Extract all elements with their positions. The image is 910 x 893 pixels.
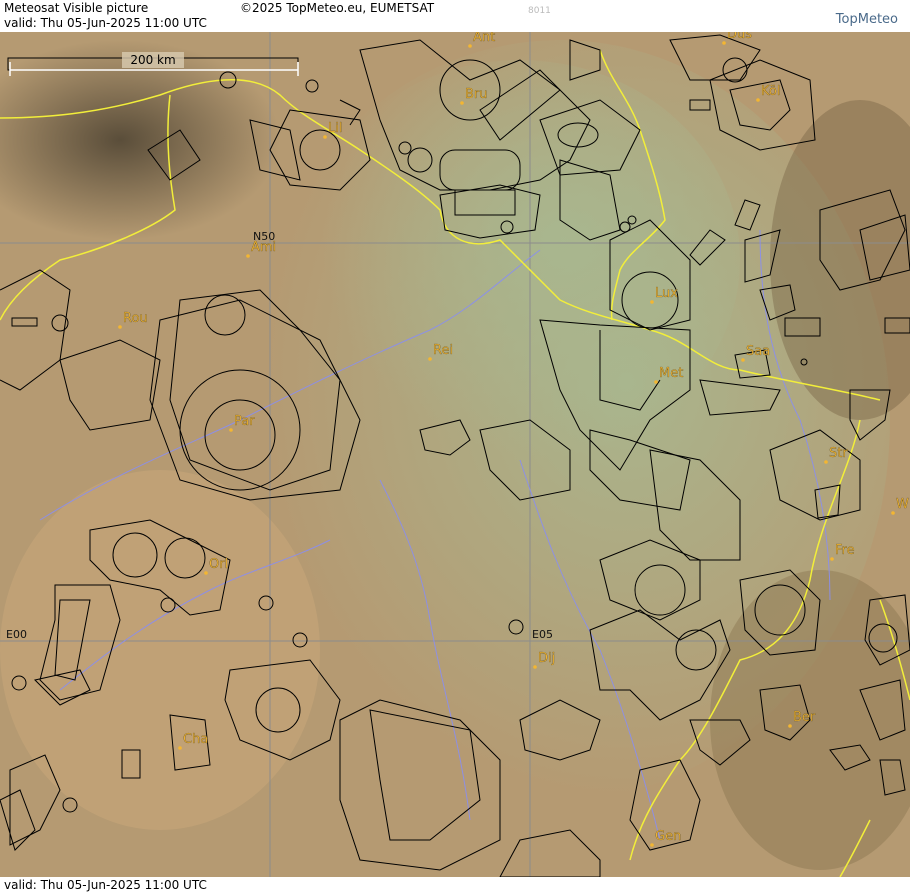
city-label: Str xyxy=(829,446,848,461)
city-label: W xyxy=(896,497,909,512)
city-label: Ami xyxy=(251,240,276,255)
city-marker xyxy=(468,44,472,48)
valid-time: valid: Thu 05-Jun-2025 11:00 UTC xyxy=(4,16,207,30)
city-label: Rei xyxy=(433,343,453,358)
topmeteo-logo: TopMeteo xyxy=(835,12,898,27)
city-label: Fre xyxy=(835,543,855,558)
grid-label-lon-w: E00 xyxy=(6,628,27,641)
city-marker xyxy=(323,135,327,139)
product-title: Meteosat Visible picture xyxy=(4,1,149,15)
city-label: Dij xyxy=(538,651,555,666)
city-marker xyxy=(741,358,745,362)
scale-label: 200 km xyxy=(130,53,175,67)
city-marker xyxy=(722,41,726,45)
city-label: Cha xyxy=(183,732,208,747)
satellite-map: N50 E00 E05 200 km Ant DüsBru KölLilAmiR… xyxy=(0,32,910,877)
city-label: Met xyxy=(659,366,683,381)
city-label: Köl xyxy=(761,84,780,99)
city-marker xyxy=(118,325,122,329)
city-marker xyxy=(654,380,658,384)
city-marker xyxy=(246,254,250,258)
copyright: ©2025 TopMeteo.eu, EUMETSAT xyxy=(240,1,435,15)
city-marker xyxy=(650,300,654,304)
city-marker xyxy=(460,101,464,105)
city-marker xyxy=(756,98,760,102)
city-marker xyxy=(229,428,233,432)
city-label: Orl xyxy=(209,557,228,572)
city-label: Lux xyxy=(655,286,678,301)
city-marker xyxy=(830,557,834,561)
city-label: Lil xyxy=(328,121,342,136)
footer-valid-time: valid: Thu 05-Jun-2025 11:00 UTC xyxy=(4,878,207,892)
city-label: Saa xyxy=(746,344,770,359)
header-bar: Meteosat Visible picture valid: Thu 05-J… xyxy=(0,0,910,32)
footer-bar: valid: Thu 05-Jun-2025 11:00 UTC xyxy=(0,877,910,893)
city-label: Bru xyxy=(465,87,488,102)
city-label: Gen xyxy=(655,829,681,844)
weather-chart: Meteosat Visible picture valid: Thu 05-J… xyxy=(0,0,910,893)
city-label: Düs xyxy=(727,32,752,42)
city-marker xyxy=(428,357,432,361)
city-label: Ber xyxy=(793,710,816,725)
city-marker xyxy=(824,460,828,464)
grid-label-lon-e: E05 xyxy=(532,628,553,641)
city-marker xyxy=(533,665,537,669)
city-marker xyxy=(891,511,895,515)
city-label: Rou xyxy=(123,311,148,326)
city-marker xyxy=(204,571,208,575)
city-marker xyxy=(650,843,654,847)
city-label: Par xyxy=(234,414,255,429)
city-marker xyxy=(178,746,182,750)
city-marker xyxy=(788,724,792,728)
city-label: Ant xyxy=(473,32,495,45)
chart-code: 8011 xyxy=(528,6,551,16)
